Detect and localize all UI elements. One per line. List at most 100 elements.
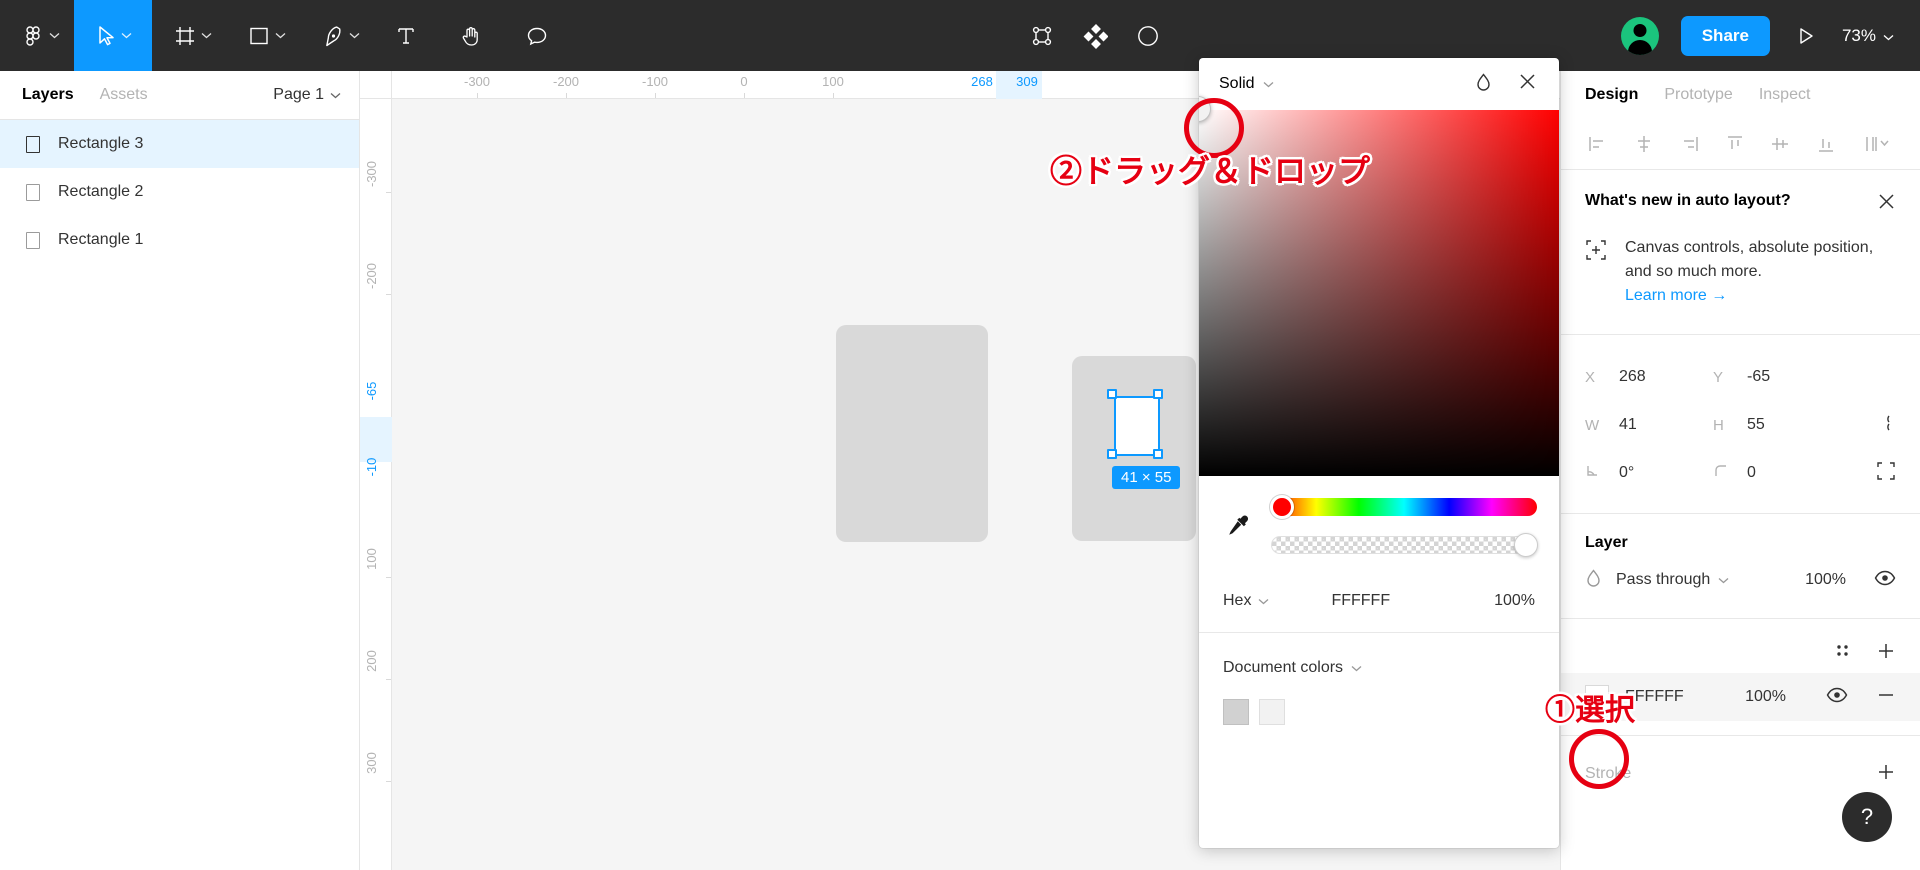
plus-icon[interactable] [1876, 762, 1896, 787]
align-left-icon[interactable] [1583, 129, 1613, 159]
document-color-swatch[interactable] [1223, 699, 1249, 725]
tab-prototype[interactable]: Prototype [1664, 86, 1732, 104]
y-input[interactable]: -65 [1747, 368, 1770, 386]
x-input[interactable]: 268 [1619, 368, 1646, 386]
promo-title: What's new in auto layout? [1585, 192, 1791, 209]
layer-item-rectangle-3[interactable]: Rectangle 3 [0, 120, 359, 168]
blend-mode-selector[interactable]: Pass through [1616, 571, 1729, 589]
ruler-tick-mark [566, 93, 567, 98]
learn-more-link[interactable]: Learn more → [1625, 284, 1727, 308]
figma-menu-button[interactable] [0, 0, 74, 71]
stroke-section: Stroke [1561, 736, 1920, 794]
independent-corners-icon[interactable] [1876, 461, 1896, 486]
component-button[interactable] [1030, 0, 1054, 71]
align-vertical-center-icon[interactable] [1765, 129, 1795, 159]
avatar[interactable] [1620, 16, 1659, 55]
eye-icon[interactable] [1826, 686, 1848, 709]
hand-tool-button[interactable] [438, 0, 504, 71]
color-type-label[interactable]: Solid [1219, 75, 1255, 93]
ruler-tick-mark [386, 294, 391, 295]
shape-tool-button[interactable] [226, 0, 300, 71]
fill-item-row[interactable]: FFFFFF 100% [1561, 673, 1920, 721]
document-color-swatch[interactable] [1259, 699, 1285, 725]
eye-icon[interactable] [1874, 569, 1896, 592]
page-selector[interactable]: Page 1 [273, 86, 341, 104]
selection-size-badge: 41 × 55 [1112, 466, 1181, 489]
layers-panel: Layers Assets Page 1 Rectangle 3 Rectang… [0, 71, 360, 870]
rectangle-icon [26, 135, 40, 153]
chevron-down-icon [349, 32, 360, 39]
eyedropper-icon[interactable] [1221, 512, 1255, 540]
layer-item-rectangle-1[interactable]: Rectangle 1 [0, 216, 359, 264]
styles-icon[interactable] [1834, 642, 1852, 665]
minus-icon[interactable] [1876, 685, 1896, 710]
vertical-ruler[interactable]: -300 -200 -65 -10 100 200 300 [360, 99, 392, 870]
chevron-down-icon [330, 86, 341, 104]
layer-item-label: Rectangle 3 [58, 135, 144, 152]
tab-inspect[interactable]: Inspect [1759, 86, 1811, 104]
move-tool-button[interactable] [74, 0, 152, 71]
align-horizontal-center-icon[interactable] [1629, 129, 1659, 159]
opacity-icon[interactable] [1475, 72, 1492, 97]
pen-tool-button[interactable] [300, 0, 374, 71]
tab-layers[interactable]: Layers [22, 86, 74, 104]
layer-item-rectangle-2[interactable]: Rectangle 2 [0, 168, 359, 216]
ruler-corner [360, 71, 392, 99]
color-model-selector[interactable]: Hex [1223, 592, 1269, 610]
corner-radius-input[interactable]: 0 [1747, 464, 1756, 482]
hex-value-input[interactable]: FFFFFF [1331, 592, 1390, 610]
chevron-down-icon [49, 32, 60, 39]
close-icon[interactable] [1518, 72, 1539, 96]
fill-opacity-value[interactable]: 100% [1745, 688, 1786, 706]
document-colors-toggle[interactable]: Document colors [1223, 659, 1535, 677]
canvas-shape[interactable] [836, 325, 988, 542]
selection-resize-handle[interactable] [1153, 389, 1163, 399]
hue-slider[interactable] [1270, 495, 1537, 519]
help-button[interactable]: ? [1842, 792, 1892, 842]
selection-bounding-box[interactable] [1114, 396, 1160, 456]
layer-opacity-input[interactable]: 100% [1805, 571, 1846, 589]
ruler-tick-label: 309 [1016, 74, 1038, 89]
selection-resize-handle[interactable] [1107, 449, 1117, 459]
distribute-icon[interactable] [1856, 129, 1898, 159]
zoom-level-selector[interactable]: 73% [1842, 26, 1894, 46]
selection-resize-handle[interactable] [1153, 449, 1163, 459]
fill-color-swatch[interactable] [1585, 685, 1609, 709]
height-input[interactable]: 55 [1747, 416, 1765, 434]
stroke-section-title: Stroke [1585, 765, 1632, 782]
ruler-tick-mark [386, 781, 391, 782]
alpha-slider[interactable] [1271, 533, 1538, 557]
fill-hex-value[interactable]: FFFFFF [1625, 688, 1684, 706]
rotation-input[interactable]: 0° [1619, 464, 1634, 482]
align-top-icon[interactable] [1720, 129, 1750, 159]
close-icon[interactable] [1877, 192, 1896, 216]
mask-button[interactable] [1136, 0, 1160, 71]
alignment-toolbar [1561, 119, 1920, 169]
ruler-tick-mark [655, 93, 656, 98]
alpha-slider-knob[interactable] [1514, 533, 1538, 557]
plugins-button[interactable] [1082, 0, 1109, 71]
width-input[interactable]: 41 [1619, 416, 1637, 434]
promo-body-text: Canvas controls, absolute position, and … [1625, 239, 1874, 280]
align-right-icon[interactable] [1674, 129, 1704, 159]
frame-tool-button[interactable] [152, 0, 226, 71]
share-button[interactable]: Share [1680, 15, 1770, 56]
present-button[interactable] [1792, 0, 1820, 71]
text-icon [396, 25, 416, 47]
tab-design[interactable]: Design [1585, 86, 1638, 104]
hue-slider-knob[interactable] [1270, 495, 1294, 519]
text-tool-button[interactable] [374, 0, 438, 71]
rectangle-icon [26, 231, 40, 249]
selection-resize-handle[interactable] [1107, 389, 1117, 399]
saturation-value-field[interactable] [1199, 96, 1559, 476]
chevron-down-icon[interactable] [1263, 75, 1274, 93]
hand-icon [460, 25, 482, 47]
link-proportions-icon[interactable] [1876, 412, 1896, 439]
plus-icon[interactable] [1876, 641, 1896, 666]
opacity-input[interactable]: 100% [1494, 592, 1535, 610]
frame-icon [174, 25, 196, 47]
tab-assets[interactable]: Assets [100, 86, 148, 104]
align-bottom-icon[interactable] [1811, 129, 1841, 159]
comment-tool-button[interactable] [504, 0, 570, 71]
corner-radius-icon [1713, 463, 1733, 483]
